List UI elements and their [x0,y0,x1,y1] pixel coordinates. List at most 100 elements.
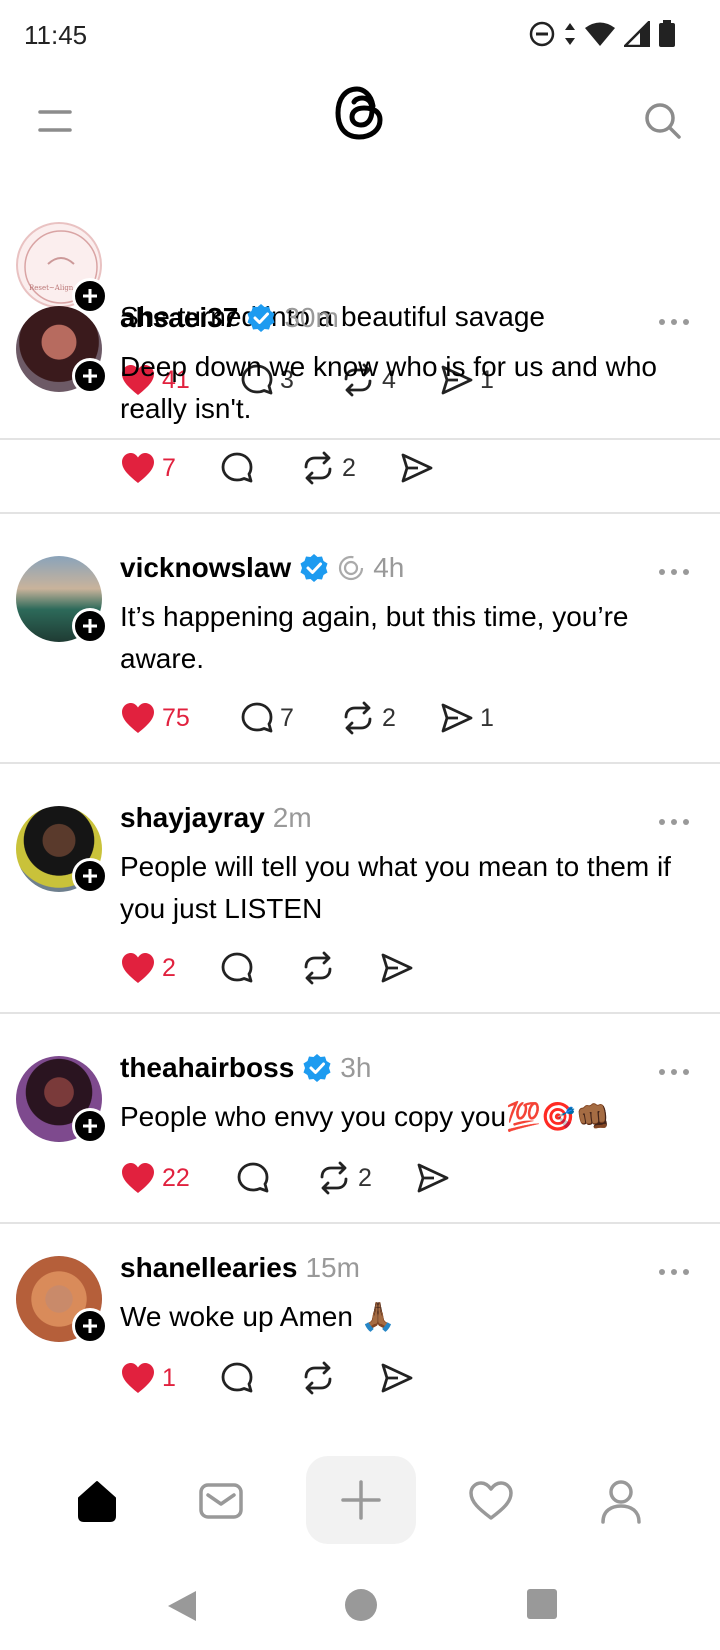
send-icon [401,453,433,483]
status-bar: 11:45 [0,0,720,72]
repost-icon [304,1361,332,1395]
threads-logo-icon[interactable] [333,84,387,142]
post-header: theahairboss 3h [120,1052,371,1084]
search-icon[interactable] [642,100,682,140]
nav-profile[interactable] [596,1476,646,1526]
follow-button[interactable] [72,358,108,394]
more-icon[interactable] [658,1068,690,1076]
reply-bubble-icon [221,452,253,483]
heart-outline-icon [469,1481,513,1520]
username[interactable]: shanellearies [120,1252,297,1284]
do-not-disturb-icon [529,21,555,47]
send-icon [441,703,473,733]
send-icon [381,1363,413,1393]
like-button[interactable]: 75 [120,701,240,735]
like-count: 1 [162,1363,176,1392]
app-header [0,72,720,160]
heart-filled-icon [122,953,154,983]
post-text: People will tell you what you mean to th… [120,851,671,924]
follow-button[interactable] [72,1108,108,1144]
repost-icon [304,951,332,985]
post-header: vicknowslaw 4h [120,552,404,584]
share-button[interactable] [416,1162,476,1194]
repost-icon [344,701,372,735]
like-button[interactable]: 7 [120,451,220,485]
battery-icon [659,20,675,47]
feed-post[interactable]: ahsaei37 30m Deep down we know who is fo… [0,276,720,514]
verified-badge-icon [247,304,275,332]
follow-plus-icon [83,1319,97,1333]
repost-button[interactable] [300,951,380,985]
feed-post[interactable]: shayjayray 2m People will tell you what … [0,776,720,1014]
profile-icon [601,1480,641,1524]
more-icon[interactable] [658,568,690,576]
reply-button[interactable] [220,951,300,985]
feed-post[interactable]: shanellearies 15m We woke up Amen 🙏🏾 1 [0,1236,720,1446]
reply-button[interactable]: 7 [240,701,340,735]
home-nav-icon[interactable] [344,1588,378,1622]
back-icon[interactable] [164,1588,200,1624]
like-button[interactable]: 22 [120,1161,236,1195]
repost-button[interactable]: 2 [316,1161,416,1195]
repost-icon [320,1161,348,1195]
feed-post[interactable]: theahairboss 3h People who envy you copy… [0,1026,720,1224]
recents-icon[interactable] [526,1588,558,1620]
repost-count: 2 [358,1163,372,1192]
repost-icon [304,451,332,485]
like-button[interactable]: 2 [120,951,220,985]
post-actions: 7 2 [120,448,460,488]
username[interactable]: ahsaei37 [120,302,238,334]
post-text: We woke up Amen 🙏🏾 [120,1301,396,1332]
post-header: ahsaei37 30m [120,302,339,334]
heart-filled-icon [122,1163,154,1193]
follow-button[interactable] [72,858,108,894]
post-text: People who envy you copy you💯🎯👊🏾 [120,1101,611,1132]
bottom-nav [0,1446,720,1558]
post-actions: 2 [120,948,440,988]
nav-compose[interactable] [306,1456,416,1544]
like-button[interactable]: 1 [120,1361,220,1395]
follow-plus-icon [83,869,97,883]
repost-button[interactable]: 2 [300,451,400,485]
status-time: 11:45 [24,20,88,50]
reply-bubble-icon [241,702,273,733]
share-button[interactable] [400,452,460,484]
like-count: 75 [162,703,190,732]
share-button[interactable]: 1 [440,702,520,734]
more-icon[interactable] [658,318,690,326]
feed-post[interactable]: vicknowslaw 4h It’s happening again, but… [0,526,720,764]
username[interactable]: shayjayray [120,802,265,834]
username[interactable]: theahairboss [120,1052,294,1084]
data-arrows-icon [565,23,575,45]
status-icons [528,20,676,48]
post-text: Deep down we know who is for us and who … [120,351,657,424]
more-icon[interactable] [658,1268,690,1276]
reply-bubble-icon [237,1162,269,1193]
nav-messages[interactable] [196,1476,246,1526]
username[interactable]: vicknowslaw [120,552,291,584]
more-icon[interactable] [658,818,690,826]
like-count: 2 [162,953,176,982]
post-header: shayjayray 2m [120,802,312,834]
like-count: 22 [162,1163,190,1192]
share-button[interactable] [380,952,440,984]
repost-button[interactable]: 2 [340,701,440,735]
home-icon [78,1481,116,1522]
reply-button[interactable] [220,1361,300,1395]
share-button[interactable] [380,1362,440,1394]
reply-button[interactable] [236,1161,316,1195]
follow-button[interactable] [72,1308,108,1344]
threads-thread-icon [339,555,364,581]
repost-button[interactable] [300,1361,380,1395]
nav-activity[interactable] [466,1476,516,1526]
post-time: 3h [340,1052,372,1083]
post-time: 4h [373,552,405,583]
menu-icon[interactable] [38,108,72,134]
nav-home[interactable] [72,1476,122,1526]
follow-button[interactable] [72,608,108,644]
post-header: shanellearies 15m [120,1252,360,1284]
inbox-icon [199,1483,243,1519]
wifi-icon [585,22,615,46]
reply-bubble-icon [221,1362,253,1393]
reply-button[interactable] [220,451,300,485]
